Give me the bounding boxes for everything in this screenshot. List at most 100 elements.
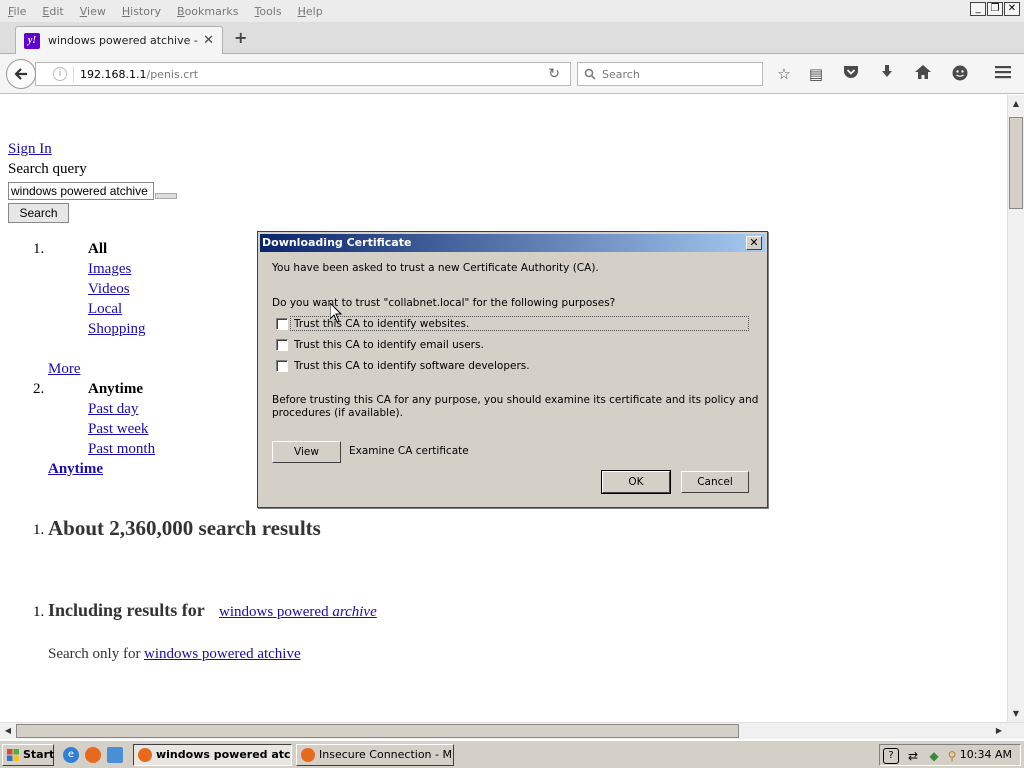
windows-logo-icon xyxy=(7,749,19,761)
back-arrow-icon xyxy=(14,68,27,80)
cancel-button[interactable]: Cancel xyxy=(681,471,749,493)
task-label: windows powered atc... xyxy=(156,748,292,761)
filter-past-day-link[interactable]: Past day xyxy=(88,401,138,418)
ok-button[interactable]: OK xyxy=(601,470,671,494)
scroll-up-icon[interactable]: ▲ xyxy=(1008,99,1024,108)
search-placeholder: Search xyxy=(602,67,640,81)
dialog-advice-line1: Before trusting this CA for any purpose,… xyxy=(272,394,759,406)
result-number: 1. xyxy=(33,604,45,620)
restore-button[interactable]: ❐ xyxy=(987,2,1003,16)
horizontal-scroll-thumb[interactable] xyxy=(16,724,739,738)
help-icon[interactable]: ? xyxy=(883,748,899,764)
url-bar[interactable]: i 192.168.1.1/penis.crt ↻ xyxy=(35,62,571,86)
menu-tools[interactable]: Tools xyxy=(254,5,281,18)
filter-anytime-selected-link[interactable]: Anytime xyxy=(48,461,103,478)
menu-bar: File Edit View History Bookmarks Tools H… xyxy=(0,0,1024,22)
tab-active[interactable]: y! windows powered atchive - Y... ✕ xyxy=(15,26,223,54)
filter-number: 2. xyxy=(33,381,45,397)
view-caption: Examine CA certificate xyxy=(349,445,469,457)
ie-quicklaunch-icon[interactable]: e xyxy=(63,747,79,763)
tab-close-icon[interactable]: ✕ xyxy=(203,33,214,48)
task-label: Insecure Connection - M... xyxy=(319,748,454,761)
mouse-cursor-icon xyxy=(330,303,342,323)
filter-all-current: All xyxy=(88,241,108,257)
filter-number: 1. xyxy=(33,241,45,257)
scroll-down-icon[interactable]: ▼ xyxy=(1008,709,1024,718)
clock: 10:34 AM xyxy=(959,748,1012,761)
menu-icon[interactable] xyxy=(993,65,1013,83)
dialog-close-button[interactable]: ✕ xyxy=(746,236,762,250)
taskbar-button-firefox[interactable]: windows powered atc... xyxy=(133,744,292,766)
menu-help[interactable]: Help xyxy=(298,5,323,18)
certificate-dialog: Downloading Certificate ✕ You have been … xyxy=(257,231,768,508)
trust-email-label[interactable]: Trust this CA to identify email users. xyxy=(294,339,484,351)
sign-in-link[interactable]: Sign In xyxy=(8,141,52,158)
clear-query-button[interactable] xyxy=(155,193,177,199)
taskbar-button-insecure[interactable]: Insecure Connection - M... xyxy=(296,744,454,766)
trust-software-label[interactable]: Trust this CA to identify software devel… xyxy=(294,360,530,372)
dialog-question-text: Do you want to trust "collabnet.local" f… xyxy=(272,297,616,309)
menu-history[interactable]: History xyxy=(122,5,161,18)
search-only-link[interactable]: windows powered atchive xyxy=(144,646,301,663)
search-bar[interactable]: Search xyxy=(577,62,763,86)
show-desktop-icon[interactable] xyxy=(107,747,123,763)
trust-email-checkbox[interactable] xyxy=(276,339,288,351)
yahoo-favicon-icon: y! xyxy=(24,32,40,49)
scroll-left-icon[interactable]: ◀ xyxy=(0,726,16,735)
start-label: Start xyxy=(23,748,55,761)
search-icon xyxy=(584,68,596,80)
close-window-button[interactable]: ✕ xyxy=(1004,2,1020,16)
reading-list-icon[interactable]: ▤ xyxy=(806,65,826,83)
tab-title: windows powered atchive - Y... xyxy=(48,34,198,47)
reload-icon[interactable]: ↻ xyxy=(548,66,560,82)
dialog-title: Downloading Certificate xyxy=(262,236,412,249)
view-certificate-button[interactable]: View xyxy=(272,441,341,463)
dialog-intro-text: You have been asked to trust a new Certi… xyxy=(272,262,599,274)
star-icon[interactable]: ☆ xyxy=(774,65,794,83)
pocket-icon[interactable] xyxy=(841,65,861,83)
filter-more-link[interactable]: More xyxy=(48,361,81,378)
menu-file[interactable]: File xyxy=(8,5,26,18)
firefox-icon xyxy=(138,748,152,762)
download-icon[interactable] xyxy=(877,65,897,83)
search-button[interactable]: Search xyxy=(8,203,69,223)
horizontal-scrollbar[interactable]: ◀ ▶ xyxy=(0,722,1024,739)
scroll-right-icon[interactable]: ▶ xyxy=(991,726,1007,735)
trust-software-checkbox[interactable] xyxy=(276,360,288,372)
dialog-titlebar: Downloading Certificate ✕ xyxy=(260,234,765,252)
menu-view[interactable]: View xyxy=(80,5,106,18)
url-separator xyxy=(73,66,74,82)
filter-anytime-current: Anytime xyxy=(88,381,143,397)
filter-local-link[interactable]: Local xyxy=(88,301,122,318)
new-tab-button[interactable]: + xyxy=(234,28,247,47)
nav-bar: i 192.168.1.1/penis.crt ↻ Search ☆ ▤ xyxy=(0,54,1024,94)
trust-websites-label[interactable]: Trust this CA to identify websites. xyxy=(294,318,469,330)
search-query-input[interactable]: windows powered atchive xyxy=(8,182,154,200)
network-icon[interactable]: ⇄ xyxy=(905,748,921,764)
trust-websites-checkbox[interactable] xyxy=(276,318,288,330)
vertical-scrollbar[interactable]: ▲ ▼ xyxy=(1007,95,1024,722)
search-query-label: Search query xyxy=(8,161,87,177)
home-icon[interactable] xyxy=(913,65,933,83)
start-button[interactable]: Start xyxy=(2,744,54,766)
firefox-icon xyxy=(301,748,315,762)
including-results-link[interactable]: windows powered archive xyxy=(219,604,377,621)
tab-strip: y! windows powered atchive - Y... ✕ + xyxy=(0,22,1024,54)
filter-videos-link[interactable]: Videos xyxy=(88,281,130,298)
magnifier-icon[interactable]: ⚲ xyxy=(944,748,960,764)
filter-images-link[interactable]: Images xyxy=(88,261,131,278)
firefox-quicklaunch-icon[interactable] xyxy=(85,747,101,763)
minimize-button[interactable]: _ xyxy=(970,2,986,16)
filter-past-month-link[interactable]: Past month xyxy=(88,441,155,458)
shield-icon[interactable]: ◆ xyxy=(926,748,942,764)
smiley-icon[interactable] xyxy=(950,65,970,85)
back-button[interactable] xyxy=(6,59,36,89)
filter-past-week-link[interactable]: Past week xyxy=(88,421,148,438)
result-number: 1. xyxy=(33,522,45,538)
url-path: /penis.crt xyxy=(146,67,199,81)
menu-edit[interactable]: Edit xyxy=(42,5,63,18)
menu-bookmarks[interactable]: Bookmarks xyxy=(177,5,238,18)
vertical-scroll-thumb[interactable] xyxy=(1009,117,1023,209)
filter-shopping-link[interactable]: Shopping xyxy=(88,321,146,338)
info-icon[interactable]: i xyxy=(53,67,67,81)
